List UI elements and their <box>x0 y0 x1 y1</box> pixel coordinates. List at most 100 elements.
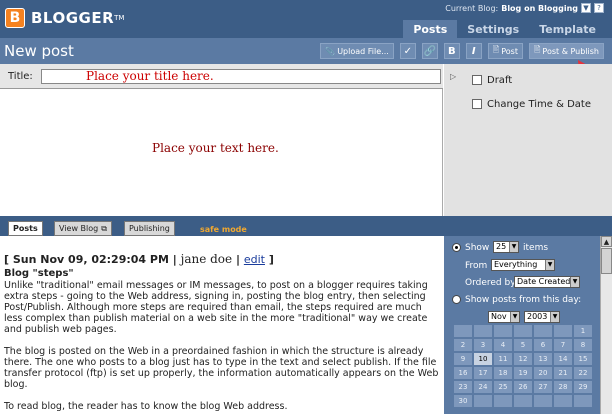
post-button[interactable]: 🖹 Post <box>487 43 523 59</box>
help-icon[interactable]: ? <box>594 3 604 13</box>
calendar-day[interactable]: 7 <box>554 339 572 351</box>
show-day-radio[interactable] <box>452 295 461 304</box>
calendar-day[interactable]: 23 <box>454 381 472 393</box>
calendar-week: 9 10 11 12 13 14 15 <box>454 353 596 365</box>
chevron-down-icon: ▼ <box>545 260 554 270</box>
calendar-day[interactable]: 10 <box>474 353 492 365</box>
upload-file-label: Upload File... <box>337 46 389 56</box>
ordered-by-select[interactable]: Date Created ▼ <box>514 276 580 288</box>
calendar-day[interactable]: 18 <box>494 367 512 379</box>
italic-button[interactable]: I <box>465 43 482 59</box>
spellcheck-icon: ✓ <box>403 45 412 57</box>
post-editor: Title: Place your title here. Place your… <box>0 64 443 216</box>
tab-posts-list[interactable]: Posts <box>8 221 43 236</box>
blog-dropdown-icon[interactable]: ▼ <box>581 3 591 13</box>
post-date: [ Sun Nov 09, 02:29:04 PM | <box>4 253 177 266</box>
tab-settings[interactable]: Settings <box>457 20 529 38</box>
calendar-day[interactable]: 9 <box>454 353 472 365</box>
title-input[interactable]: Place your title here. <box>41 69 441 84</box>
calendar-day <box>494 325 512 337</box>
upload-file-button[interactable]: 📎 Upload File... <box>320 43 394 59</box>
calendar-week: 16 17 18 19 20 21 22 <box>454 367 596 379</box>
safe-mode-label: safe mode <box>200 225 247 234</box>
ordered-by-value: Date Created <box>517 277 571 286</box>
blogger-logo[interactable]: B BLOGGER TM <box>5 6 124 30</box>
calendar-day <box>534 395 552 407</box>
calendar-day <box>514 395 532 407</box>
collapse-options-icon[interactable]: ▷ <box>450 72 456 81</box>
paperclip-icon: 📎 <box>325 46 336 56</box>
logo-text: BLOGGER <box>31 9 115 27</box>
show-count-select[interactable]: 25 ▼ <box>493 241 519 253</box>
month-select[interactable]: Nov ▼ <box>488 311 520 323</box>
post-body-textarea[interactable]: Place your text here. <box>152 141 279 155</box>
calendar-day[interactable]: 17 <box>474 367 492 379</box>
calendar-day[interactable]: 25 <box>494 381 512 393</box>
year-value: 2003 <box>527 312 548 321</box>
title-row: Title: Place your title here. <box>0 64 443 89</box>
bold-button[interactable]: B <box>443 43 460 59</box>
show-items-radio[interactable] <box>452 243 461 252</box>
scroll-up-icon[interactable]: ▲ <box>601 236 612 247</box>
calendar-day[interactable]: 16 <box>454 367 472 379</box>
calendar-day[interactable]: 2 <box>454 339 472 351</box>
calendar-day <box>514 325 532 337</box>
post-header: [ Sun Nov 09, 02:29:04 PM | jane doe | e… <box>4 252 444 266</box>
calendar-day[interactable]: 1 <box>574 325 592 337</box>
calendar-day[interactable]: 11 <box>494 353 512 365</box>
tab-view-blog[interactable]: View Blog ⧉ <box>54 221 112 236</box>
tab-template[interactable]: Template <box>529 20 606 38</box>
calendar-day[interactable]: 27 <box>534 381 552 393</box>
logo-icon: B <box>5 8 25 28</box>
link-button[interactable]: 🔗 <box>421 43 438 59</box>
from-select[interactable]: Everything ▼ <box>491 259 555 271</box>
post-heading: Blog "steps" <box>4 268 74 279</box>
calendar-day[interactable]: 4 <box>494 339 512 351</box>
calendar-day[interactable]: 15 <box>574 353 592 365</box>
vertical-scrollbar[interactable]: ▲ <box>600 236 612 414</box>
calendar-week: 23 24 25 26 27 28 29 <box>454 381 596 393</box>
scroll-thumb[interactable] <box>601 248 612 274</box>
show-count-value: 25 <box>496 242 507 251</box>
calendar-day[interactable]: 30 <box>454 395 472 407</box>
calendar-day[interactable]: 29 <box>574 381 592 393</box>
post-icon: 🖹 <box>492 45 500 54</box>
calendar-day[interactable]: 20 <box>534 367 552 379</box>
change-time-checkbox[interactable] <box>472 99 482 109</box>
calendar-day[interactable]: 22 <box>574 367 592 379</box>
year-select[interactable]: 2003 ▼ <box>524 311 560 323</box>
calendar-day <box>474 395 492 407</box>
calendar-day <box>474 325 492 337</box>
post-and-publish-button[interactable]: 🖹 Post & Publish <box>528 43 604 59</box>
current-blog-selector: Current Blog: Blog on Blogging ▼ ? <box>445 3 604 13</box>
calendar-day[interactable]: 26 <box>514 381 532 393</box>
calendar-day[interactable]: 13 <box>534 353 552 365</box>
current-blog-name: Blog on Blogging <box>501 3 578 13</box>
tab-publishing[interactable]: Publishing <box>124 221 175 236</box>
tab-posts[interactable]: Posts <box>403 20 458 38</box>
calendar-day[interactable]: 14 <box>554 353 572 365</box>
from-value: Everything <box>494 260 538 269</box>
calendar-day[interactable]: 24 <box>474 381 492 393</box>
post-list-tabs: Posts View Blog ⧉ Publishing safe mode <box>0 216 612 236</box>
calendar-day[interactable]: 19 <box>514 367 532 379</box>
calendar-day[interactable]: 6 <box>534 339 552 351</box>
calendar-day[interactable]: 8 <box>574 339 592 351</box>
calendar-day[interactable]: 3 <box>474 339 492 351</box>
chevron-down-icon: ▼ <box>550 312 559 322</box>
calendar-week: 30 <box>454 395 596 407</box>
post-author: jane doe <box>180 252 233 266</box>
spellcheck-button[interactable]: ✓ <box>399 43 416 59</box>
edit-link[interactable]: edit <box>244 253 265 266</box>
calendar-day[interactable]: 5 <box>514 339 532 351</box>
from-label: From <box>465 261 488 271</box>
calendar-day <box>554 395 572 407</box>
external-window-icon: ⧉ <box>101 223 107 233</box>
draft-checkbox[interactable] <box>472 75 482 85</box>
calendar-day <box>574 395 592 407</box>
ordered-by-label: Ordered by <box>465 278 516 288</box>
calendar-day[interactable]: 12 <box>514 353 532 365</box>
calendar-day <box>494 395 512 407</box>
calendar-day[interactable]: 21 <box>554 367 572 379</box>
calendar-day[interactable]: 28 <box>554 381 572 393</box>
